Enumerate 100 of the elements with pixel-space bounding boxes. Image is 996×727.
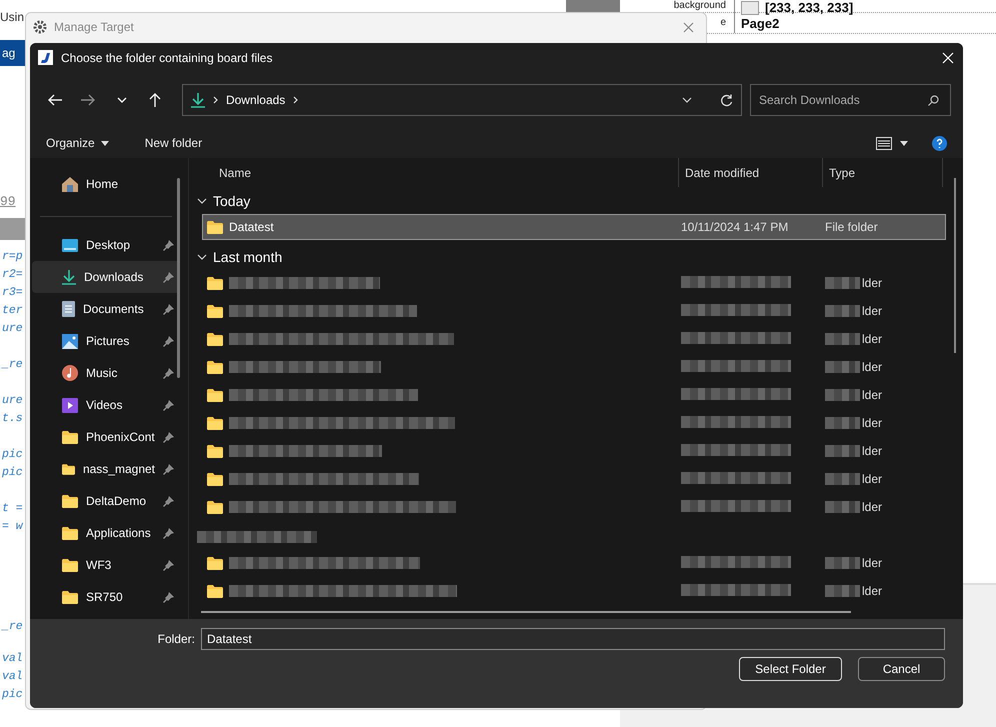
toolbar-button[interactable]: Organize [40,132,115,154]
refresh-icon[interactable] [720,94,733,106]
help-icon[interactable] [932,136,947,150]
view-list-icon[interactable] [876,136,892,150]
type-cell-text: lder [861,388,882,402]
type-cell-text: lder [861,304,882,318]
pin-icon[interactable] [163,592,174,602]
download-icon [190,92,205,108]
type-cell-text: lder [861,276,882,290]
folder-icon [207,556,223,570]
code-line: _re [0,619,24,635]
pin-icon[interactable] [163,464,174,474]
folder-icon [62,526,78,540]
code-line: r3= [1,285,24,301]
code-line: t = [1,501,24,517]
folder-field[interactable]: Datatest [201,628,945,650]
blurred-text [825,417,860,429]
column-header[interactable]: Date modified [679,158,823,187]
blurred-text [825,389,860,401]
property-value: [233, 233, 233] [765,0,854,15]
column-header[interactable]: Name [189,158,679,187]
sidebar-item[interactable]: Applications [32,517,180,549]
window-title: Manage Target [54,20,134,34]
type-cell-text: lder [861,360,882,374]
pin-icon[interactable] [163,432,174,442]
file-row[interactable]: Datatest 10/11/2024 1:47 PM File folder [203,215,945,239]
breadcrumb[interactable]: Downloads [226,93,286,107]
sidebar-item[interactable]: Music [32,357,180,389]
scrollbar[interactable] [954,178,956,353]
number-fragment: 99 [0,194,17,211]
forward-arrow-icon[interactable] [81,94,96,106]
home-icon [62,176,78,192]
folder-icon [207,500,223,514]
type-cell-text: lder [861,556,882,570]
pin-icon[interactable] [163,336,174,346]
dialog-button[interactable]: Cancel [858,657,945,681]
sidebar-item[interactable]: Documents [32,293,180,325]
up-arrow-icon[interactable] [149,93,162,107]
pin-icon[interactable] [163,528,174,538]
code-line: ter [1,303,24,319]
pin-icon[interactable] [163,304,174,314]
pin-icon[interactable] [163,496,174,506]
type-cell-text: lder [861,584,882,598]
search-field[interactable]: Search Downloads [750,84,951,116]
pin-icon[interactable] [163,272,174,282]
group-label[interactable]: Today [213,193,250,209]
sidebar-item[interactable]: Pictures [32,325,180,357]
sidebar-item[interactable]: Desktop [32,229,180,261]
folder-icon [207,220,223,234]
code-line: pic [1,465,24,481]
folder-icon [62,462,75,476]
pin-icon[interactable] [163,240,174,250]
column-header[interactable]: Type [823,158,943,187]
code-line: val [1,651,24,667]
scrollbar[interactable] [177,178,180,378]
folder-icon [207,388,223,402]
code-line: val [1,669,24,685]
scrollbar[interactable] [201,611,851,613]
chevron-down-icon[interactable] [116,97,127,103]
sidebar-item[interactable]: Home [32,168,180,200]
pin-icon[interactable] [163,400,174,410]
field-label: Folder: [158,632,195,646]
group-label[interactable]: Last month [213,249,282,265]
sidebar-item[interactable]: nass_magnet [32,453,180,485]
code-line: r=p [1,249,24,265]
sidebar-item[interactable]: SR750 [32,581,180,613]
address-bar[interactable]: Downloads [182,84,742,116]
sidebar-item[interactable]: WF3 [32,549,180,581]
code-line: pic [1,687,24,703]
folder-icon [207,444,223,458]
blurred-text [825,557,860,569]
sidebar-item[interactable]: Downloads [32,261,180,293]
sidebar-item[interactable]: DeltaDemo [32,485,180,517]
code-line: pic [1,447,24,463]
back-arrow-icon[interactable] [48,94,62,106]
sidebar-item[interactable]: PhoenixCont [32,421,180,453]
history-dropdown-icon[interactable] [682,97,692,103]
pin-icon[interactable] [163,368,174,378]
blurred-text [825,361,860,373]
blurred-text [825,305,860,317]
folder-icon [207,276,223,290]
code-line: t.s [1,411,24,427]
type-cell-text: lder [861,332,882,346]
expand-chevron-icon[interactable] [197,254,207,260]
code-line: ure [1,321,24,337]
date-cell-text: 10/11/2024 1:47 PM [680,220,790,234]
chevron-right-icon [293,96,298,104]
folder-icon [207,584,223,598]
type-cell-text: lder [861,444,882,458]
dialog-title: Choose the folder containing board files [61,50,272,64]
dialog-button[interactable]: Select Folder [739,657,842,681]
expand-chevron-icon[interactable] [197,198,207,204]
pin-icon[interactable] [163,560,174,570]
sidebar-item[interactable]: Videos [32,389,180,421]
blurred-text [825,473,860,485]
code-line: ure [1,393,24,409]
folder-icon [207,332,223,346]
file-name: Datatest [229,220,274,234]
toolbar-button[interactable]: New folder [138,132,208,154]
tab-fragment[interactable]: ag [0,40,25,66]
